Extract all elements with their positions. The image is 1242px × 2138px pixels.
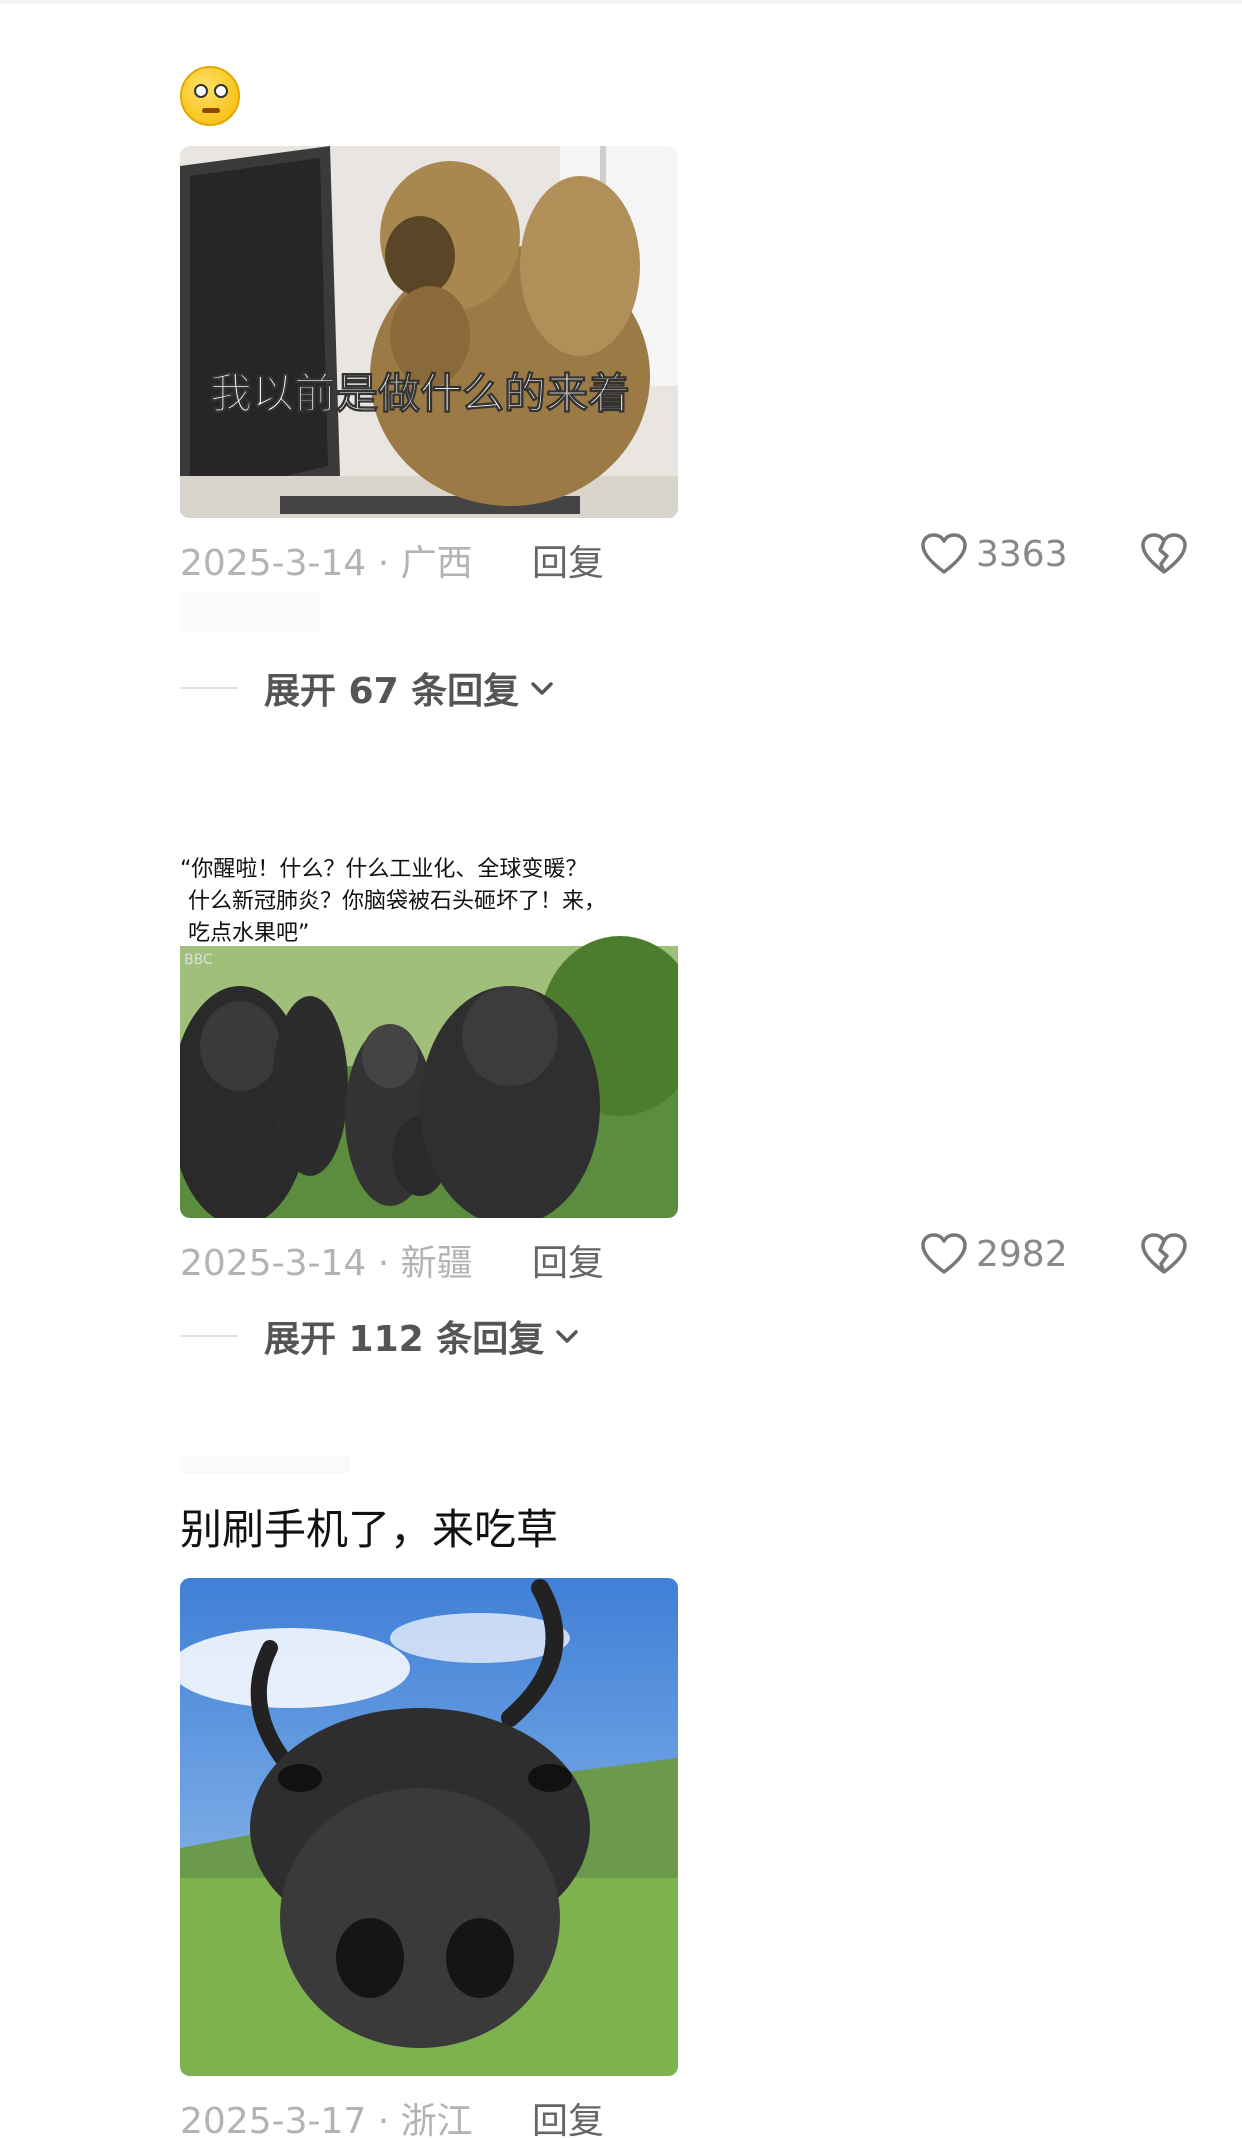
comment-1: 我以前是做什么的来着 2025-3-14 · 广西 回复 3363 bbox=[180, 66, 1200, 586]
comment-feed: 我以前是做什么的来着 2025-3-14 · 广西 回复 3363 展开 67 … bbox=[0, 0, 1242, 2138]
expand-replies-2[interactable]: 展开 112 条回复 bbox=[180, 1310, 580, 1362]
comment-meta: 2025-3-14 · 新疆 回复 2982 bbox=[180, 1226, 1200, 1286]
bbc-badge: BBC bbox=[184, 952, 213, 968]
meme-caption-line-3: 吃点水果吧” bbox=[188, 921, 309, 946]
heart-outline-icon bbox=[921, 533, 967, 574]
broken-heart-icon bbox=[1141, 1233, 1187, 1274]
comment-date-location: 2025-3-14 · 新疆 bbox=[180, 1243, 473, 1284]
divider-dash bbox=[180, 687, 238, 689]
like-count: 2982 bbox=[976, 1233, 1068, 1275]
comment-meta: 2025-3-14 · 广西 回复 3363 bbox=[180, 526, 1200, 586]
chevron-down-icon bbox=[556, 1330, 578, 1343]
comment-meta: 2025-3-17 · 浙江 回复 bbox=[180, 2084, 1200, 2138]
meme-caption: 我以前是做什么的来着 bbox=[210, 369, 630, 418]
comment-image-monkey[interactable]: 我以前是做什么的来着 bbox=[180, 146, 678, 518]
chevron-down-icon bbox=[531, 682, 553, 695]
reply-button[interactable]: 回复 bbox=[532, 2092, 604, 2138]
faded-username bbox=[180, 1456, 350, 1474]
expand-replies-1[interactable]: 展开 67 条回复 bbox=[180, 662, 555, 714]
yak-photo-image bbox=[180, 1578, 678, 2076]
comment-3: 别刷手机了，来吃草 2025-3-17 · 浙江 回复 bbox=[180, 1502, 1200, 2138]
monkey-meme-image: 我以前是做什么的来着 bbox=[180, 146, 678, 518]
like-button[interactable]: 3363 bbox=[920, 532, 1068, 576]
comment-text: 别刷手机了，来吃草 bbox=[180, 1505, 559, 1554]
divider-dash bbox=[180, 1335, 238, 1337]
comment-image-yak[interactable] bbox=[180, 1578, 678, 2076]
comment-image-gorillas[interactable]: “你醒啦！什么？什么工业化、全球变暖？ 什么新冠肺炎？你脑袋被石头砸坏了！来， … bbox=[180, 846, 678, 1218]
meme-caption-line-1: “你醒啦！什么？什么工业化、全球变暖？ bbox=[180, 857, 587, 882]
comment-2: “你醒啦！什么？什么工业化、全球变暖？ 什么新冠肺炎？你脑袋被石头砸坏了！来， … bbox=[180, 846, 1200, 1286]
gorilla-meme-image: “你醒啦！什么？什么工业化、全球变暖？ 什么新冠肺炎？你脑袋被石头砸坏了！来， … bbox=[180, 846, 678, 1218]
dislike-button[interactable] bbox=[1140, 1232, 1188, 1280]
thinking-emoji-icon bbox=[180, 66, 240, 126]
expand-replies-label: 展开 112 条回复 bbox=[264, 1319, 545, 1360]
faded-placeholder bbox=[180, 592, 320, 632]
heart-outline-icon bbox=[921, 1233, 967, 1274]
like-button[interactable]: 2982 bbox=[920, 1232, 1068, 1276]
like-count: 3363 bbox=[976, 533, 1068, 575]
expand-replies-label: 展开 67 条回复 bbox=[264, 671, 520, 712]
broken-heart-icon bbox=[1141, 533, 1187, 574]
top-divider bbox=[0, 0, 1242, 4]
dislike-button[interactable] bbox=[1140, 532, 1188, 580]
meme-caption-line-2: 什么新冠肺炎？你脑袋被石头砸坏了！来， bbox=[188, 889, 606, 914]
comment-date-location: 2025-3-14 · 广西 bbox=[180, 543, 473, 584]
comment-date-location: 2025-3-17 · 浙江 bbox=[180, 2101, 473, 2138]
reply-button[interactable]: 回复 bbox=[532, 1234, 604, 1286]
reply-button[interactable]: 回复 bbox=[532, 534, 604, 586]
